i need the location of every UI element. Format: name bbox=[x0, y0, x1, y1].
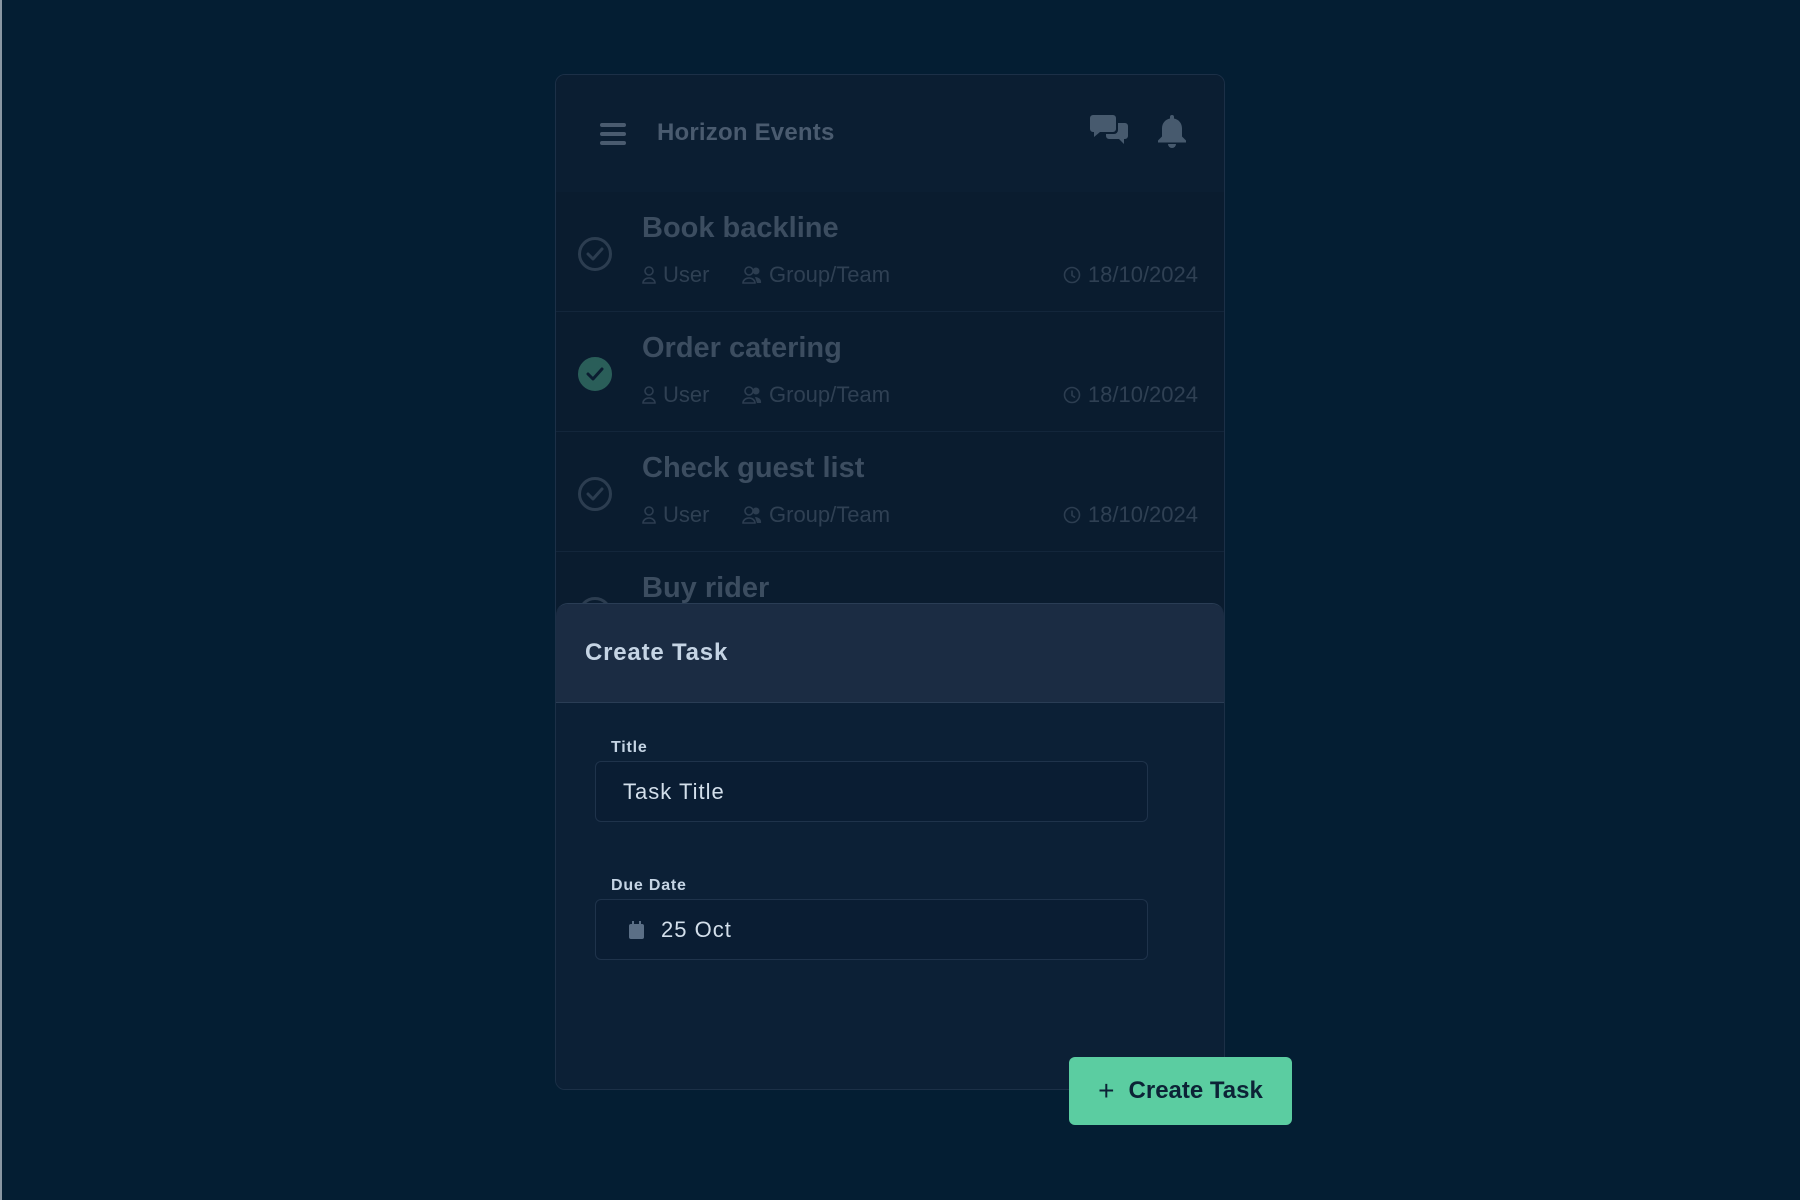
task-date: 18/10/2024 bbox=[1063, 502, 1198, 528]
user-icon bbox=[642, 386, 656, 404]
task-user-label: User bbox=[663, 262, 710, 287]
task-group: Group/Team bbox=[742, 502, 890, 528]
due-date-input[interactable]: 25 Oct bbox=[595, 899, 1148, 960]
clock-icon bbox=[1063, 506, 1081, 524]
task-title: Book backline bbox=[642, 212, 839, 244]
task-row[interactable]: Book backline User Group/Team 18/10/2024 bbox=[556, 192, 1224, 312]
task-title: Buy rider bbox=[642, 572, 770, 604]
check-icon bbox=[586, 487, 604, 501]
clock-icon bbox=[1063, 386, 1081, 404]
task-title: Check guest list bbox=[642, 452, 865, 484]
group-icon bbox=[742, 266, 762, 284]
task-group: Group/Team bbox=[742, 382, 890, 408]
task-user: User bbox=[642, 382, 709, 408]
task-user: User bbox=[642, 262, 709, 288]
task-date-label: 18/10/2024 bbox=[1087, 382, 1198, 407]
task-group-label: Group/Team bbox=[769, 262, 891, 287]
task-checkbox[interactable] bbox=[578, 477, 612, 511]
task-list: Book backline User Group/Team 18/10/2024… bbox=[556, 192, 1224, 672]
due-date-value: 25 Oct bbox=[661, 916, 732, 942]
task-date-label: 18/10/2024 bbox=[1087, 262, 1198, 287]
group-icon bbox=[742, 386, 762, 404]
task-row[interactable]: Order catering User Group/Team 18/10/202… bbox=[556, 312, 1224, 432]
task-group: Group/Team bbox=[742, 262, 890, 288]
task-row[interactable]: Check guest list User Group/Team 18/10/2… bbox=[556, 432, 1224, 552]
task-user: User bbox=[642, 502, 709, 528]
task-group-label: Group/Team bbox=[769, 382, 891, 407]
create-task-sheet: Create Task Title Task Title Due Date 25… bbox=[556, 603, 1224, 1089]
clock-icon bbox=[1063, 266, 1081, 284]
check-icon bbox=[586, 367, 604, 381]
user-icon bbox=[642, 506, 656, 524]
plus-icon: + bbox=[1098, 1075, 1115, 1106]
check-icon bbox=[586, 247, 604, 261]
task-date-label: 18/10/2024 bbox=[1087, 502, 1198, 527]
title-input[interactable]: Task Title bbox=[595, 761, 1148, 822]
create-task-button-label: Create Task bbox=[1128, 1077, 1263, 1104]
sheet-title: Create Task bbox=[585, 639, 729, 666]
bell-icon[interactable] bbox=[1158, 115, 1186, 149]
title-input-value: Task Title bbox=[623, 778, 725, 804]
task-user-label: User bbox=[663, 382, 710, 407]
task-title: Order catering bbox=[642, 332, 842, 364]
title-label: Title bbox=[611, 739, 648, 756]
due-date-label: Due Date bbox=[611, 877, 687, 894]
chat-icon[interactable] bbox=[1090, 115, 1128, 147]
menu-icon[interactable] bbox=[600, 123, 626, 145]
app-title: Horizon Events bbox=[657, 119, 835, 146]
user-icon bbox=[642, 266, 656, 284]
task-checkbox-checked[interactable] bbox=[578, 357, 612, 391]
task-date: 18/10/2024 bbox=[1063, 382, 1198, 408]
app-card: Horizon Events Book backline User Group/… bbox=[555, 74, 1225, 1090]
task-date: 18/10/2024 bbox=[1063, 262, 1198, 288]
create-task-button[interactable]: + Create Task bbox=[1069, 1057, 1292, 1125]
task-user-label: User bbox=[663, 502, 710, 527]
app-header: Horizon Events bbox=[556, 75, 1224, 193]
task-checkbox[interactable] bbox=[578, 237, 612, 271]
task-group-label: Group/Team bbox=[769, 502, 891, 527]
sheet-header: Create Task bbox=[556, 604, 1224, 703]
calendar-icon bbox=[629, 920, 644, 939]
group-icon bbox=[742, 506, 762, 524]
